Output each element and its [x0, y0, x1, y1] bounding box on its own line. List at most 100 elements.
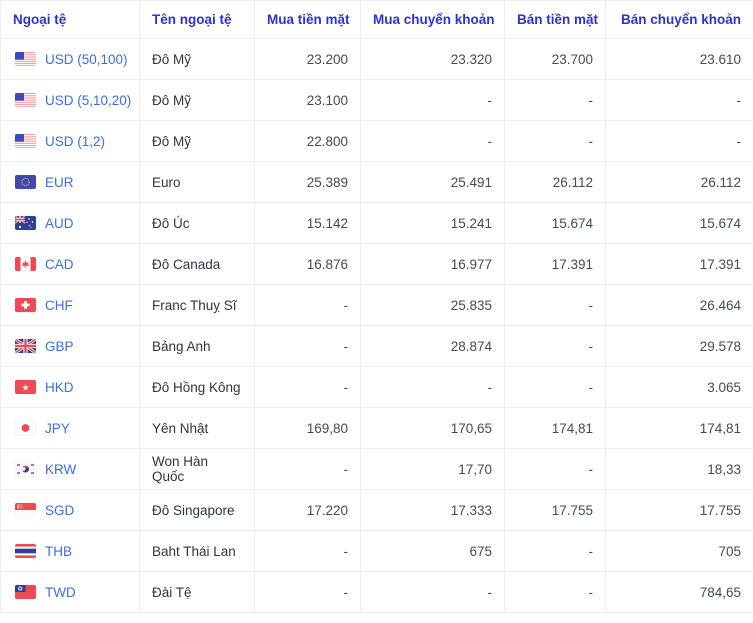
buy-cash-cell: 15.142 [254, 202, 361, 244]
currency-code[interactable]: EUR [45, 175, 74, 190]
currency-cell[interactable]: CHF [0, 284, 140, 326]
sell-transfer-cell: 15.674 [605, 202, 753, 244]
currency-code[interactable]: USD (1,2) [45, 134, 105, 149]
currency-cell[interactable]: THB [0, 530, 140, 572]
buy-transfer-cell: 675 [360, 530, 505, 572]
table-row[interactable]: AUD Đô Úc 15.142 15.241 15.674 15.674 [0, 202, 753, 244]
currency-cell[interactable]: CAD [0, 243, 140, 285]
table-row[interactable]: HKD Đô Hồng Kông - - -3.065 [0, 366, 753, 408]
buy-transfer-cell: 170,65 [360, 407, 505, 449]
table-row[interactable]: THB Baht Thái Lan -675-705 [0, 530, 753, 572]
buy-cash-cell: - [254, 284, 361, 326]
currency-code[interactable]: KRW [45, 462, 76, 477]
buy-transfer-cell: - [360, 366, 505, 408]
sell-cash-cell: 15.674 [504, 202, 606, 244]
buy-cash-cell: - [254, 571, 361, 613]
buy-transfer-cell: 15.241 [360, 202, 505, 244]
currency-name-cell: Franc Thuỵ Sĩ [139, 284, 255, 326]
flag-th-icon [15, 544, 36, 558]
buy-cash-cell: 25.389 [254, 161, 361, 203]
currency-code[interactable]: CHF [45, 298, 73, 313]
currency-cell[interactable]: USD (5,10,20) [0, 79, 140, 121]
sell-transfer-cell: 18,33 [605, 448, 753, 490]
flag-jp-icon [15, 421, 36, 435]
currency-code[interactable]: JPY [45, 421, 70, 436]
currency-name-cell: Bảng Anh [139, 325, 255, 367]
table-row[interactable]: EUR Euro 25.389 25.491 26.112 26.112 [0, 161, 753, 203]
buy-cash-cell: 16.876 [254, 243, 361, 285]
table-row[interactable]: CHF Franc Thuỵ Sĩ -25.835-26.464 [0, 284, 753, 326]
buy-cash-cell: - [254, 448, 361, 490]
buy-cash-cell: 23.100 [254, 79, 361, 121]
flag-kr-icon [15, 462, 36, 476]
currency-cell[interactable]: SGD [0, 489, 140, 531]
buy-transfer-cell: - [360, 120, 505, 162]
buy-cash-cell: 22.800 [254, 120, 361, 162]
currency-cell[interactable]: USD (50,100) [0, 38, 140, 80]
sell-transfer-cell: 26.112 [605, 161, 753, 203]
currency-cell[interactable]: HKD [0, 366, 140, 408]
sell-transfer-cell: 26.464 [605, 284, 753, 326]
buy-transfer-cell: - [360, 79, 505, 121]
currency-name-cell: Won Hàn Quốc [139, 448, 255, 490]
buy-transfer-cell: - [360, 571, 505, 613]
buy-cash-cell: - [254, 530, 361, 572]
sell-transfer-cell: 17.755 [605, 489, 753, 531]
sell-cash-cell: - [504, 120, 606, 162]
sell-transfer-cell: 23.610 [605, 38, 753, 80]
currency-name-cell: Đài Tệ [139, 571, 255, 613]
buy-cash-cell: - [254, 325, 361, 367]
currency-name-cell: Yên Nhật [139, 407, 255, 449]
buy-cash-cell: 169,80 [254, 407, 361, 449]
table-row[interactable]: CAD Đô Canada 16.876 16.977 17.391 17.391 [0, 243, 753, 285]
currency-cell[interactable]: JPY [0, 407, 140, 449]
currency-code[interactable]: USD (5,10,20) [45, 93, 131, 108]
buy-transfer-cell: 25.835 [360, 284, 505, 326]
currency-name-cell: Đô Mỹ [139, 120, 255, 162]
flag-us-icon [15, 52, 36, 66]
sell-transfer-cell: - [605, 120, 753, 162]
column-header-buy-cash[interactable]: Mua tiền mặt [254, 0, 361, 39]
currency-cell[interactable]: KRW [0, 448, 140, 490]
sell-cash-cell: 23.700 [504, 38, 606, 80]
column-header-sell-cash[interactable]: Bán tiền mặt [504, 0, 606, 39]
table-row[interactable]: GBP Bảng Anh -28.874-29.578 [0, 325, 753, 367]
sell-cash-cell: - [504, 530, 606, 572]
currency-cell[interactable]: TWD [0, 571, 140, 613]
buy-transfer-cell: 17.333 [360, 489, 505, 531]
currency-cell[interactable]: AUD [0, 202, 140, 244]
currency-cell[interactable]: EUR [0, 161, 140, 203]
sell-cash-cell: - [504, 325, 606, 367]
currency-code[interactable]: CAD [45, 257, 74, 272]
sell-transfer-cell: 3.065 [605, 366, 753, 408]
flag-ca-icon [15, 257, 36, 271]
flag-gb-icon [15, 339, 36, 353]
sell-cash-cell: 17.755 [504, 489, 606, 531]
currency-cell[interactable]: USD (1,2) [0, 120, 140, 162]
table-row[interactable]: USD (50,100) Đô Mỹ 23.200 23.320 23.700 23.61… [0, 38, 753, 80]
currency-name-cell: Đô Hồng Kông [139, 366, 255, 408]
currency-name-cell: Baht Thái Lan [139, 530, 255, 572]
currency-code[interactable]: SGD [45, 503, 74, 518]
buy-transfer-cell: 23.320 [360, 38, 505, 80]
table-row[interactable]: TWD Đài Tệ - - -784,65 [0, 571, 753, 613]
exchange-rate-table: Ngoại tệ Tên ngoại tệ Mua tiền mặt Mua c… [0, 0, 753, 613]
table-row[interactable]: JPY Yên Nhật 169,80 170,65 174,81 174,81 [0, 407, 753, 449]
column-header-currency[interactable]: Ngoại tệ [0, 0, 140, 39]
column-header-currency-name[interactable]: Tên ngoại tệ [139, 0, 255, 39]
column-header-buy-transfer[interactable]: Mua chuyển khoản [360, 0, 505, 39]
currency-cell[interactable]: GBP [0, 325, 140, 367]
column-header-sell-transfer[interactable]: Bán chuyển khoản [605, 0, 753, 39]
currency-code[interactable]: GBP [45, 339, 74, 354]
table-row[interactable]: SGD Đô Singapore 17.220 17.333 17.755 17.755 [0, 489, 753, 531]
currency-code[interactable]: HKD [45, 380, 74, 395]
currency-code[interactable]: THB [45, 544, 72, 559]
table-row[interactable]: KRW Won Hàn Quốc -17,70-18,33 [0, 448, 753, 490]
currency-code[interactable]: USD (50,100) [45, 52, 128, 67]
table-row[interactable]: USD (5,10,20) Đô Mỹ 23.100- - - [0, 79, 753, 121]
currency-code[interactable]: TWD [45, 585, 76, 600]
currency-code[interactable]: AUD [45, 216, 74, 231]
flag-us-icon [15, 134, 36, 148]
flag-us-icon [15, 93, 36, 107]
table-row[interactable]: USD (1,2) Đô Mỹ 22.800- - - [0, 120, 753, 162]
